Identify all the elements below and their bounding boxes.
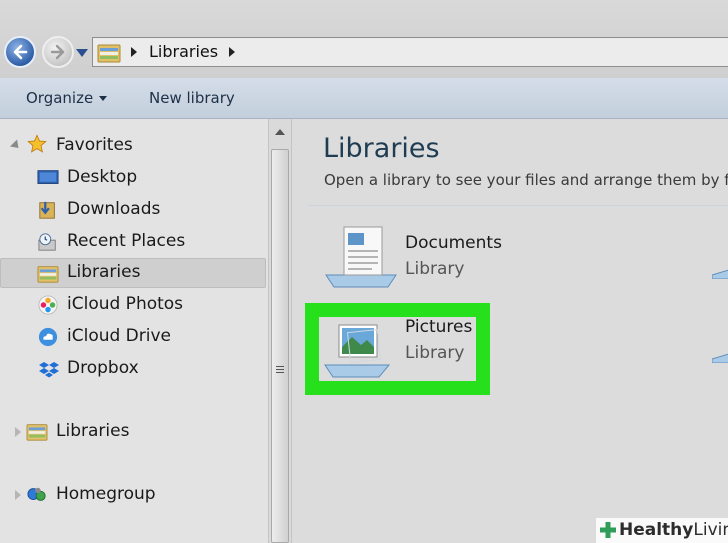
nav-favorites-label: Favorites xyxy=(56,135,133,155)
address-box[interactable]: Libraries xyxy=(92,37,728,67)
library-icon-partial xyxy=(712,353,728,363)
nav-item-recent-places[interactable]: Recent Places xyxy=(0,227,266,257)
nav-item-label: Desktop xyxy=(67,167,138,187)
nav-pane-scrollbar[interactable] xyxy=(268,119,292,543)
health-cross-icon xyxy=(600,522,616,538)
nav-item-icloud-drive[interactable]: iCloud Drive xyxy=(0,322,266,352)
library-name: Documents xyxy=(405,233,502,253)
back-button[interactable] xyxy=(4,36,36,68)
homegroup-icon xyxy=(27,487,46,501)
libraries-icon xyxy=(37,266,59,283)
nav-item-dropbox[interactable]: Dropbox xyxy=(0,354,266,384)
nav-item-label: Downloads xyxy=(67,199,161,219)
chevron-down-icon xyxy=(99,96,108,101)
content-pane: Libraries Open a library to see your fil… xyxy=(292,119,728,543)
forward-arrow-icon xyxy=(50,44,65,60)
organize-label: Organize xyxy=(26,89,94,107)
divider xyxy=(308,205,728,206)
recent-pages-dropdown-icon[interactable] xyxy=(76,49,88,57)
desktop-icon xyxy=(37,170,59,184)
page-subtitle: Open a library to see your files and arr… xyxy=(324,171,728,189)
new-library-button[interactable]: New library xyxy=(149,89,235,107)
navigation-pane: Favorites Desktop Downloads Recent Place… xyxy=(0,119,268,543)
documents-library-icon xyxy=(325,226,397,288)
library-icon-partial xyxy=(712,269,728,279)
grip-line xyxy=(276,369,284,370)
pictures-library-icon xyxy=(324,324,391,378)
library-type: Library xyxy=(405,259,465,279)
breadcrumb-libraries[interactable]: Libraries xyxy=(149,42,218,61)
command-toolbar: Organize New library xyxy=(0,78,728,119)
forward-button[interactable] xyxy=(42,36,74,68)
library-type: Library xyxy=(405,343,465,363)
library-tile-pictures[interactable]: Pictures Library xyxy=(319,317,479,381)
expand-arrow-icon[interactable] xyxy=(15,490,21,500)
recent-places-icon xyxy=(38,233,56,251)
page-title: Libraries xyxy=(323,133,440,164)
icloud-photos-icon xyxy=(38,295,58,315)
nav-libraries-label: Libraries xyxy=(56,421,130,441)
address-bar-row: Libraries xyxy=(0,0,728,78)
libraries-icon xyxy=(97,44,121,63)
organize-button[interactable]: Organize xyxy=(26,89,108,107)
nav-homegroup-label: Homegroup xyxy=(56,484,156,504)
watermark-brand-b: Living xyxy=(693,520,728,540)
watermark-brand-a: Healthy xyxy=(619,520,694,540)
breadcrumb-separator-icon[interactable] xyxy=(131,47,137,57)
nav-item-desktop[interactable]: Desktop xyxy=(0,163,266,193)
nav-item-label: Libraries xyxy=(67,262,141,282)
nav-item-libraries[interactable]: Libraries xyxy=(0,258,266,288)
grip-line xyxy=(276,372,284,373)
watermark: HealthyLiving xyxy=(596,518,728,543)
nav-item-downloads[interactable]: Downloads xyxy=(0,195,266,225)
nav-item-icloud-photos[interactable]: iCloud Photos xyxy=(0,290,266,320)
grip-line xyxy=(276,366,284,367)
star-icon xyxy=(27,134,47,153)
expand-arrow-icon[interactable] xyxy=(15,427,21,437)
libraries-icon xyxy=(26,424,48,441)
nav-item-label: iCloud Drive xyxy=(67,326,172,346)
dropbox-icon xyxy=(39,362,59,378)
scroll-up-icon[interactable] xyxy=(275,129,285,135)
library-tile-documents[interactable]: Documents Library xyxy=(322,221,502,293)
nav-item-label: iCloud Photos xyxy=(67,294,184,314)
nav-item-label: Recent Places xyxy=(67,231,186,251)
nav-favorites[interactable]: Favorites xyxy=(0,131,266,161)
breadcrumb-separator-icon[interactable] xyxy=(229,47,235,57)
watermark-text: HealthyLiving xyxy=(619,520,728,540)
icloud-drive-icon xyxy=(38,327,58,347)
back-arrow-icon xyxy=(13,44,28,60)
nav-libraries-root[interactable]: Libraries xyxy=(0,417,266,447)
library-name: Pictures xyxy=(405,317,473,337)
nav-homegroup[interactable]: Homegroup xyxy=(0,480,266,510)
scrollbar-thumb[interactable] xyxy=(271,149,289,543)
nav-item-label: Dropbox xyxy=(67,358,139,378)
expand-arrow-icon[interactable] xyxy=(9,139,23,152)
downloads-icon xyxy=(39,201,55,219)
